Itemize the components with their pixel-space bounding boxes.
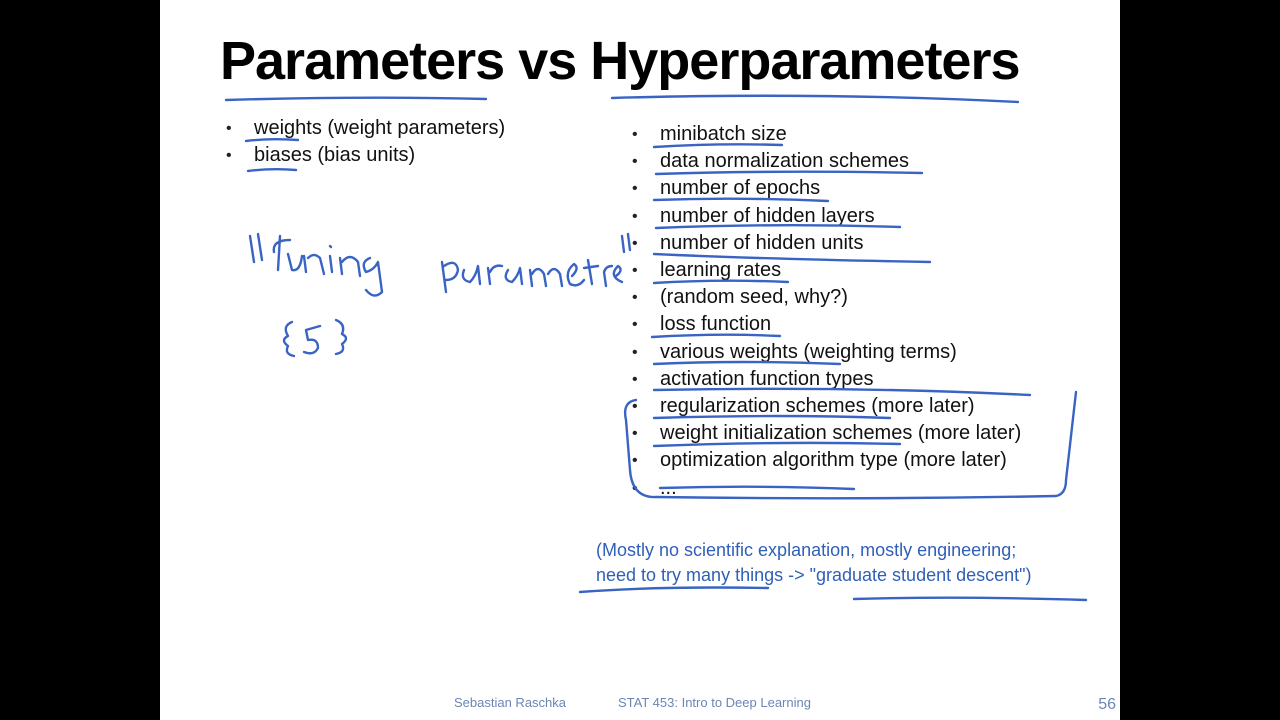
hyperparameter-item: number of epochs	[626, 175, 1021, 202]
hyperparameter-item: loss function	[626, 311, 1021, 338]
hyperparameter-item: regularization schemes (more later)	[626, 393, 1021, 420]
parameters-list: weights (weight parameters) biases (bias…	[220, 115, 505, 169]
hyperparameter-item: (random seed, why?)	[626, 284, 1021, 311]
hyperparameter-item: data normalization schemes	[626, 148, 1021, 175]
parameter-item: weights (weight parameters)	[220, 115, 505, 142]
parameter-description: (bias units)	[311, 144, 416, 166]
handwritten-braces	[282, 318, 348, 358]
hyperparameter-item: number of hidden layers	[626, 203, 1021, 230]
hyperparameter-item: ...	[626, 475, 1021, 502]
title-underline-hyperparameters	[610, 94, 1020, 104]
page-number: 56	[1098, 696, 1116, 713]
hyperparameter-item: weight initialization schemes (more late…	[626, 420, 1021, 447]
parameter-term: biases	[254, 144, 312, 166]
slide: Parameters vs Hyperparameters weights (w…	[160, 0, 1120, 720]
note-line: need to try many things -> "graduate stu…	[596, 565, 1032, 585]
note-line: (Mostly no scientific explanation, mostl…	[596, 540, 1017, 560]
note-underline	[852, 596, 1088, 602]
handwritten-tuning-parameters	[248, 232, 384, 297]
hyperparameter-item: minibatch size	[626, 121, 1021, 148]
footer-author: Sebastian Raschka	[454, 695, 567, 710]
note-underline	[578, 586, 770, 594]
handwritten-tuning-parameters	[440, 232, 632, 294]
biases-underline	[246, 168, 298, 173]
title-underline-parameters	[224, 96, 488, 102]
hyperparameter-item: various weights (weighting terms)	[626, 339, 1021, 366]
hyperparameter-item: learning rates	[626, 257, 1021, 284]
hyperparameters-list: minibatch size data normalization scheme…	[626, 121, 1021, 502]
parameter-term: weights	[254, 117, 322, 139]
hyperparameter-item: optimization algorithm type (more later)	[626, 447, 1021, 474]
hyperparameter-item: number of hidden units	[626, 230, 1021, 257]
parameter-description: (weight parameters)	[321, 117, 506, 139]
slide-title: Parameters vs Hyperparameters	[220, 31, 1021, 91]
engineering-note: (Mostly no scientific explanation, mostl…	[596, 538, 1032, 588]
parameter-item: biases (bias units)	[220, 142, 505, 169]
footer-course: STAT 453: Intro to Deep Learning	[618, 695, 811, 710]
hyperparameter-item: activation function types	[626, 366, 1021, 393]
